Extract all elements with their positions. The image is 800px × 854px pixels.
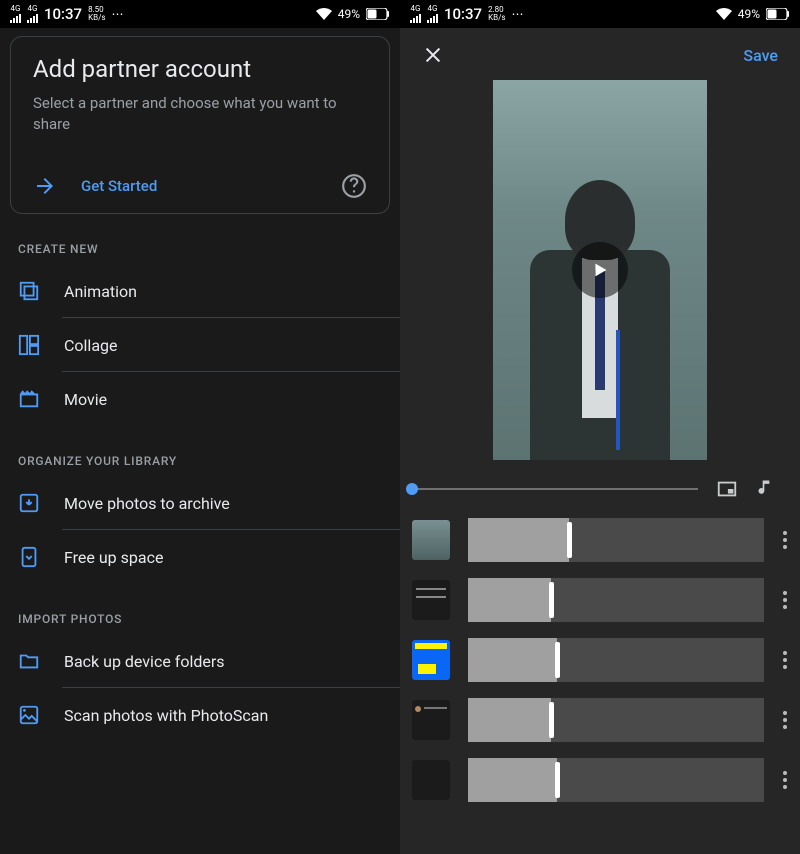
clip-thumbnail[interactable] (412, 640, 450, 680)
play-button[interactable] (572, 242, 628, 298)
battery-pct: 49% (338, 7, 360, 21)
data-rate: 8.50 KB/s (88, 6, 105, 22)
clip-row (412, 758, 788, 802)
backup-row[interactable]: Back up device folders (0, 634, 400, 688)
clip-trim-slider[interactable] (468, 518, 764, 562)
get-started-button[interactable]: Get Started (33, 174, 157, 198)
more-indicator-icon: ⋯ (512, 7, 526, 21)
clip-list (400, 510, 800, 802)
trim-handle[interactable] (555, 762, 560, 798)
archive-icon (18, 492, 40, 514)
clip-trim-slider[interactable] (468, 578, 764, 622)
status-bar-right: 4G 4G 10:37 2.80 KB/s ⋯ 49% (400, 0, 800, 28)
clip-trim-slider[interactable] (468, 638, 764, 682)
partner-account-card: Add partner account Select a partner and… (10, 36, 390, 214)
close-button[interactable] (422, 44, 444, 66)
battery-icon (766, 8, 790, 20)
get-started-label: Get Started (81, 177, 157, 195)
archive-label: Move photos to archive (64, 494, 230, 513)
free-space-row[interactable]: Free up space (0, 530, 400, 584)
photoscan-icon (18, 704, 40, 726)
clip-more-icon[interactable] (782, 531, 788, 549)
create-new-list: Animation Collage Movie (0, 264, 400, 426)
collage-icon (18, 334, 40, 356)
signal-icon-1: 4G (10, 5, 21, 23)
clip-trim-slider[interactable] (468, 758, 764, 802)
trim-handle[interactable] (567, 522, 572, 558)
import-header: IMPORT PHOTOS (0, 584, 400, 634)
animation-label: Animation (64, 282, 137, 301)
clip-row (412, 698, 788, 742)
music-note-icon[interactable] (756, 478, 778, 500)
seek-thumb[interactable] (406, 483, 418, 495)
movie-icon (18, 388, 40, 410)
collage-row[interactable]: Collage (0, 318, 400, 372)
status-time: 10:37 (444, 5, 482, 23)
clip-more-icon[interactable] (782, 651, 788, 669)
free-space-icon (18, 546, 40, 568)
organize-list: Move photos to archive Free up space (0, 476, 400, 584)
data-rate: 2.80 KB/s (488, 6, 505, 22)
animation-row[interactable]: Animation (0, 264, 400, 318)
clip-thumbnail[interactable] (412, 520, 450, 560)
clip-more-icon[interactable] (782, 591, 788, 609)
photoscan-row[interactable]: Scan photos with PhotoScan (0, 688, 400, 742)
clip-thumbnail[interactable] (412, 700, 450, 740)
arrow-right-icon (33, 174, 57, 198)
settings-pane: 4G 4G 10:37 8.50 KB/s ⋯ 49% Add p (0, 0, 400, 854)
signal-icon-1: 4G (410, 5, 421, 23)
wifi-icon (316, 8, 332, 20)
signal-icon-2: 4G (427, 5, 438, 23)
archive-row[interactable]: Move photos to archive (0, 476, 400, 530)
more-indicator-icon: ⋯ (112, 7, 126, 21)
help-icon[interactable] (341, 173, 367, 199)
signal-icon-2: 4G (27, 5, 38, 23)
photoscan-label: Scan photos with PhotoScan (64, 706, 268, 725)
clip-row (412, 638, 788, 682)
clip-trim-slider[interactable] (468, 698, 764, 742)
clip-more-icon[interactable] (782, 771, 788, 789)
clip-more-icon[interactable] (782, 711, 788, 729)
battery-icon (366, 8, 390, 20)
movie-editor-pane: 4G 4G 10:37 2.80 KB/s ⋯ 49% (400, 0, 800, 854)
wifi-icon (716, 8, 732, 20)
video-preview[interactable] (400, 74, 800, 460)
battery-pct: 49% (738, 7, 760, 21)
folder-icon (18, 650, 40, 672)
clip-row (412, 518, 788, 562)
trim-handle[interactable] (549, 582, 554, 618)
trim-handle[interactable] (549, 702, 554, 738)
collage-label: Collage (64, 336, 118, 355)
card-subtitle: Select a partner and choose what you wan… (33, 93, 367, 135)
create-new-header: CREATE NEW (0, 214, 400, 264)
trim-handle[interactable] (555, 642, 560, 678)
aspect-ratio-icon[interactable] (716, 478, 738, 500)
import-list: Back up device folders Scan photos with … (0, 634, 400, 742)
movie-label: Movie (64, 390, 107, 409)
seek-slider[interactable] (412, 488, 698, 490)
status-bar: 4G 4G 10:37 8.50 KB/s ⋯ 49% (0, 0, 400, 28)
movie-row[interactable]: Movie (0, 372, 400, 426)
clip-thumbnail[interactable] (412, 760, 450, 800)
free-space-label: Free up space (64, 548, 163, 567)
animation-icon (18, 280, 40, 302)
organize-header: ORGANIZE YOUR LIBRARY (0, 426, 400, 476)
clip-row (412, 578, 788, 622)
clip-thumbnail[interactable] (412, 580, 450, 620)
status-time: 10:37 (44, 5, 82, 23)
save-button[interactable]: Save (743, 46, 778, 65)
backup-label: Back up device folders (64, 652, 225, 671)
card-title: Add partner account (33, 55, 367, 83)
